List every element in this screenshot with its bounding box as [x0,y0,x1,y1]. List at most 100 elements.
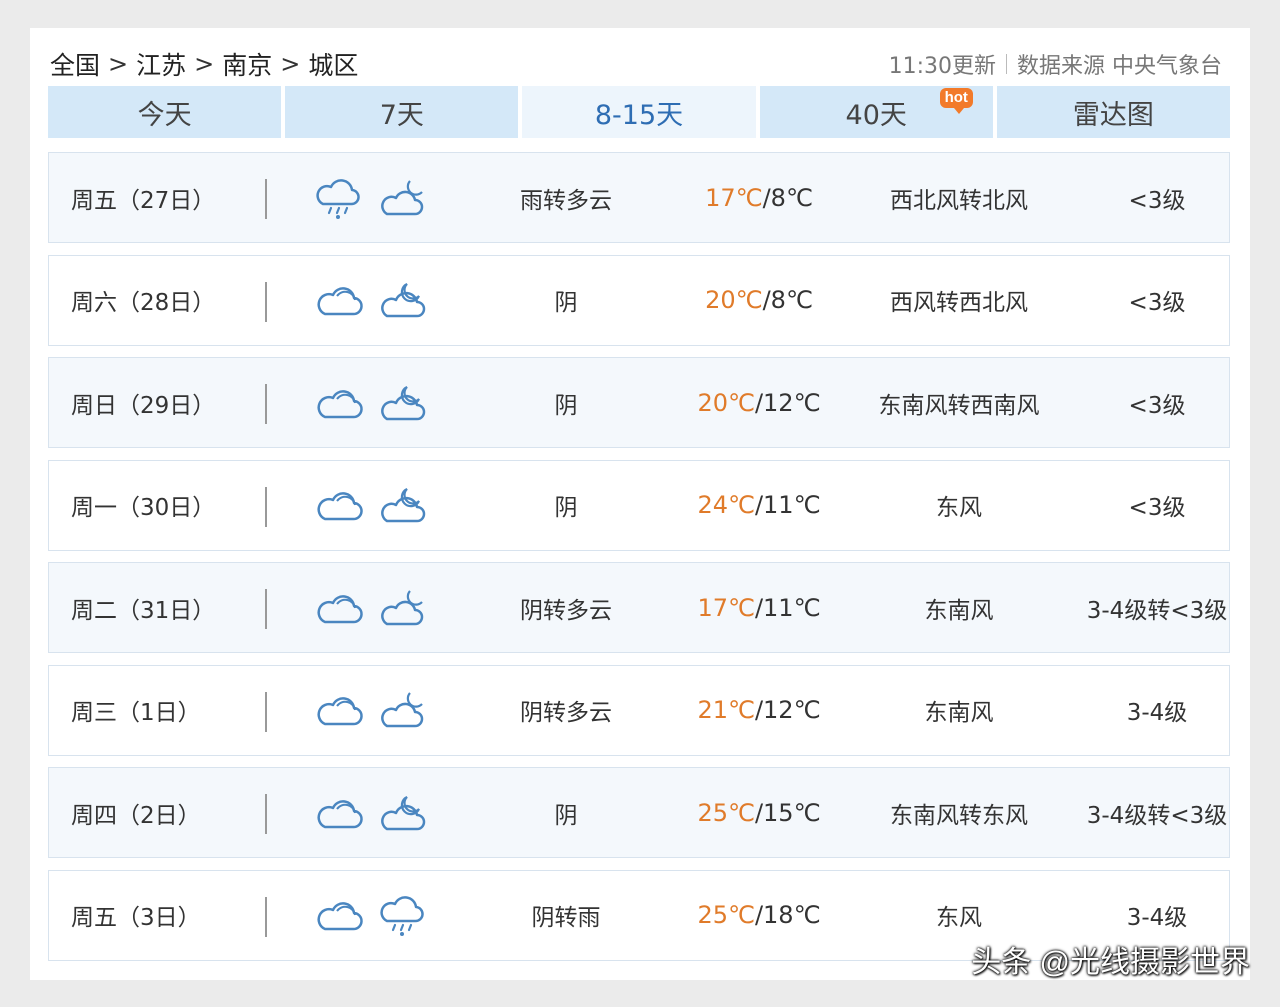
partly-cloudy-night-icon [377,178,427,218]
temperature: 25℃/15℃ [689,768,829,857]
weather-icons [313,871,427,960]
day-label: 周五（27日） [71,187,216,214]
low-temp: /11℃ [754,593,821,622]
forecast-row: 周六（28日） 阴 20℃/8℃ 西风转西北风 <3级 [48,254,1230,346]
forecast-row: 周四（2日） 阴 25℃/15℃ 东南风转东风 3-4级转<3级 [48,767,1230,858]
weather-description: 阴转雨 [531,905,601,931]
wind-level: 3-4级转<3级 [1086,802,1228,829]
breadcrumb-item-district: 城区 [308,51,359,80]
low-temp: /11℃ [754,491,821,519]
row-divider [265,486,267,527]
day-label: 周日（29日） [71,392,216,419]
breadcrumb-item-country[interactable]: 全国 [50,46,100,82]
weather-description: 阴 [554,802,578,829]
tab-8-15-days[interactable]: 8-15天 [522,86,756,138]
row-divider [265,794,267,834]
breadcrumb: 全国 > 江苏 > 南京 > 城区 [50,46,358,82]
high-temp: 20℃ [697,388,755,417]
row-divider [265,589,267,629]
cloudy-night-icon [377,280,427,320]
tab-radar[interactable]: 雷达图 [996,86,1231,138]
low-temp: /15℃ [754,798,821,827]
temperature: 20℃/8℃ [689,256,829,345]
tab-label: 7天 [379,99,424,131]
high-temp: 24℃ [697,491,755,519]
breadcrumb-separator: > [194,50,215,78]
low-temp: /18℃ [754,901,821,929]
cloud-icon [313,895,363,935]
tab-7-days[interactable]: 7天 [285,86,519,138]
forecast-list: 周五（27日） 雨转多云 17℃/8℃ 西北风转北风 <3级 周六（28日）阴 20℃/8℃… [48,152,1230,972]
weather-description: 阴 [554,392,578,419]
cloudy-night-icon [377,793,427,833]
wind-level: <3级 [1128,495,1186,521]
row-divider [265,179,267,219]
breadcrumb-item-city[interactable]: 南京 [222,46,272,82]
forecast-tabs: 今天 7天 8-15天 40天 hot 雷达图 [48,86,1231,138]
wind-level: 3-4级 [1126,700,1188,726]
cloud-icon [313,793,363,833]
cloud-icon [313,383,363,423]
wind-level: <3级 [1128,392,1186,419]
breadcrumb-item-province[interactable]: 江苏 [136,46,186,82]
forecast-row: 周一（30日） 阴 24℃/11℃ 东风 <3级 [48,459,1230,551]
wind-level: <3级 [1128,187,1186,214]
day-label: 周三（1日） [71,700,201,726]
cloudy-night-icon [377,485,427,525]
tab-today[interactable]: 今天 [48,86,282,138]
wind-direction: 东风 [936,495,982,521]
rain-cloud-icon [377,893,427,937]
weather-icons [313,256,427,345]
low-temp: /8℃ [762,286,813,314]
partly-cloudy-night-icon [377,588,427,628]
row-divider [265,281,267,322]
high-temp: 21℃ [697,696,755,724]
day-label: 周一（30日） [71,495,216,521]
day-label: 周四（2日） [71,802,201,829]
high-temp: 20℃ [705,286,763,314]
day-label: 周六（28日） [71,290,216,316]
high-temp: 25℃ [697,901,755,929]
tab-label: 8-15天 [594,99,684,131]
row-divider [265,384,267,424]
tab-40-days[interactable]: 40天 hot [759,86,993,138]
tab-label: 40天 [845,99,907,131]
temperature: 17℃/11℃ [689,563,829,652]
weather-description: 阴转多云 [520,597,612,624]
tab-label: 雷达图 [1072,99,1154,131]
weather-icons [313,461,427,550]
forecast-row: 周五（27日） 雨转多云 17℃/8℃ 西北风转北风 <3级 [48,152,1230,243]
wind-direction: 东南风 [924,700,994,726]
cloud-icon [313,690,363,730]
weather-icons [313,768,427,857]
weather-icons [313,666,427,755]
tab-label: 今天 [137,99,192,131]
weather-description: 雨转多云 [520,187,612,214]
wind-direction: 东南风转西南风 [878,392,1040,419]
low-temp: /12℃ [754,388,821,417]
breadcrumb-separator: > [108,50,129,78]
watermark: 头条 @光线摄影世界 [971,946,1250,979]
source-divider [1006,54,1007,74]
cloud-icon [313,280,363,320]
row-divider [265,691,267,732]
cloud-icon [313,588,363,628]
forecast-row: 周二（31日） 阴转多云 17℃/11℃ 东南风 3-4级转<3级 [48,562,1230,653]
temperature: 25℃/18℃ [689,871,829,960]
temperature: 17℃/8℃ [689,153,829,242]
weather-description: 阴转多云 [520,700,612,726]
partly-cloudy-night-icon [377,690,427,730]
forecast-row: 周三（1日） 阴转多云 21℃/12℃ 东南风 3-4级 [48,664,1230,756]
wind-direction: 东南风 [924,597,994,624]
wind-direction: 东南风转东风 [890,802,1028,829]
temperature: 20℃/12℃ [689,358,829,447]
wind-level: <3级 [1128,290,1186,316]
temperature: 24℃/11℃ [689,461,829,550]
low-temp: /12℃ [754,696,821,724]
weather-description: 阴 [554,495,578,521]
wind-direction: 西风转西北风 [890,290,1028,316]
row-divider [265,896,267,937]
top-bar: 全国 > 江苏 > 南京 > 城区 11:30更新 数据来源 中央气象台 [50,42,1222,82]
wind-level: 3-4级转<3级 [1086,597,1228,624]
high-temp: 17℃ [697,593,755,622]
